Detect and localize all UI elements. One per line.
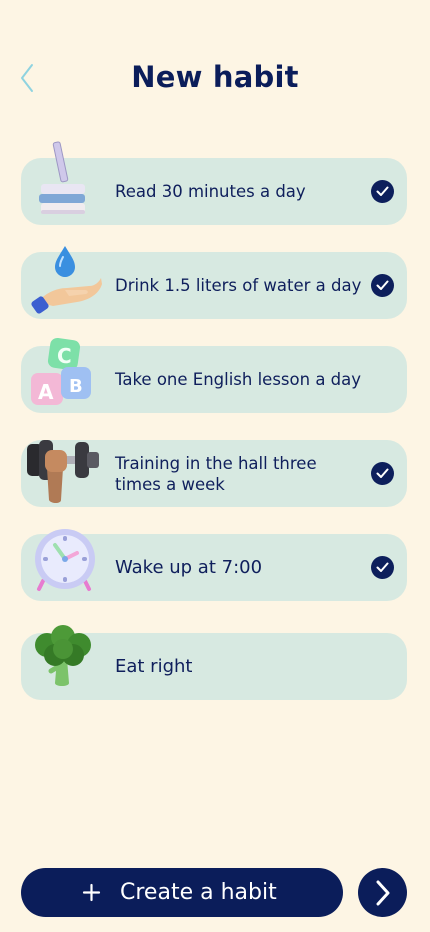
- chevron-right-icon: [376, 880, 389, 905]
- habit-item-wake[interactable]: Wake up at 7:00: [21, 529, 407, 601]
- header: New habit: [0, 52, 430, 104]
- habit-label: Training in the hall three times a week: [115, 453, 317, 494]
- plus-icon: [82, 883, 101, 902]
- create-habit-button[interactable]: Create a habit: [21, 868, 343, 917]
- broccoli-icon: [35, 625, 91, 686]
- habit-label: Read 30 minutes a day: [115, 182, 306, 201]
- footer-actions: Create a habit: [21, 868, 407, 917]
- next-button[interactable]: [358, 868, 407, 917]
- habit-item-read[interactable]: Read 30 minutes a day: [21, 141, 407, 225]
- page-title: New habit: [131, 60, 299, 94]
- alarm-clock-icon: [35, 529, 95, 591]
- water-hand-icon: [31, 246, 102, 314]
- check-icon[interactable]: [371, 274, 394, 297]
- svg-text:B: B: [69, 376, 83, 397]
- create-habit-label: Create a habit: [120, 880, 277, 905]
- habit-item-water[interactable]: Drink 1.5 liters of water a day: [21, 246, 407, 319]
- check-icon[interactable]: [371, 462, 394, 485]
- habit-item-eat[interactable]: Eat right: [21, 625, 407, 700]
- abc-blocks-icon: C A B: [31, 337, 91, 405]
- habit-label: Eat right: [115, 656, 193, 677]
- dumbbell-icon: [27, 440, 99, 503]
- svg-text:C: C: [57, 344, 72, 368]
- check-icon[interactable]: [371, 180, 394, 203]
- habit-label: Wake up at 7:00: [115, 557, 263, 578]
- habit-label: Drink 1.5 liters of water a day: [115, 276, 362, 295]
- svg-text:A: A: [38, 380, 54, 404]
- habit-label: Take one English lesson a day: [115, 370, 362, 389]
- habit-item-training[interactable]: Training in the hall three times a week: [21, 440, 407, 507]
- habit-item-english[interactable]: C A B Take one English lesson a day: [21, 337, 407, 413]
- check-icon[interactable]: [371, 556, 394, 579]
- books-icon: [39, 141, 85, 214]
